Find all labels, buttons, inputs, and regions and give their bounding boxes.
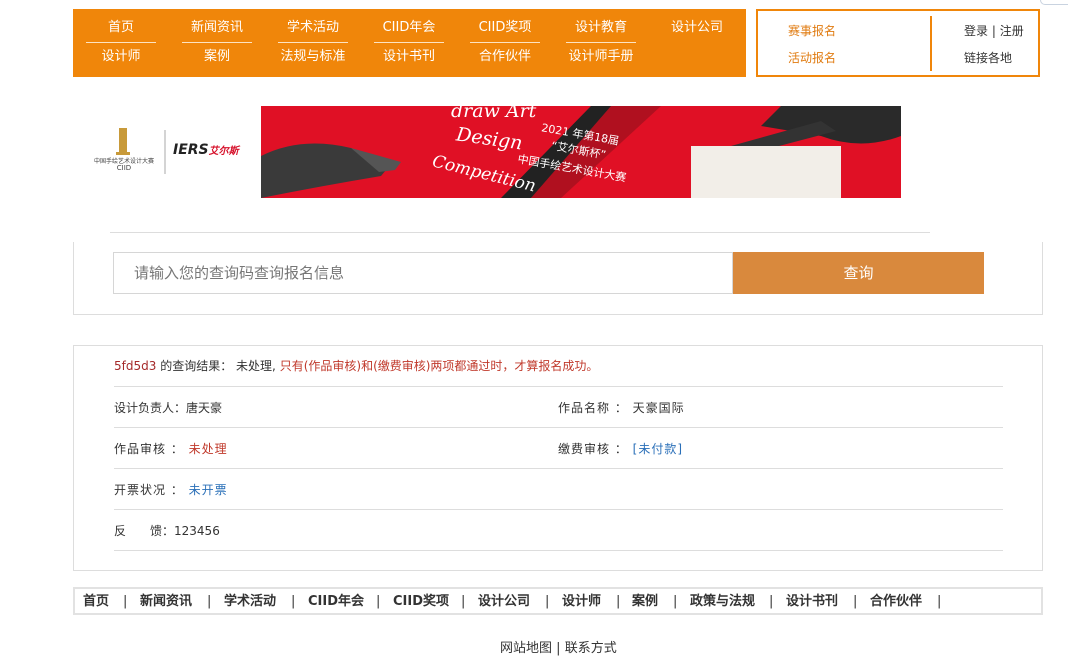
search-panel: 查询	[73, 242, 1043, 315]
nav-publications[interactable]: 设计书刊	[361, 48, 457, 66]
banner-divider	[110, 232, 930, 233]
work-field: 作品名称 ： 天豪国际	[558, 400, 685, 416]
footer-separator: |	[376, 594, 381, 609]
nav-annual[interactable]: CIID年会	[361, 19, 457, 37]
feedback-value: 123456	[174, 524, 220, 538]
sponsor-name-cn: 艾尔斯	[208, 146, 239, 157]
query-button[interactable]: 查询	[733, 252, 984, 294]
result-notice: 只有(作品审核)和(缴费审核)两项都通过时，才算报名成功。	[279, 359, 599, 373]
review-value: 未处理	[188, 442, 228, 456]
work-value: 天豪国际	[632, 401, 685, 415]
footer-cases[interactable]: 案例	[632, 594, 658, 610]
contest-signup-link[interactable]: 赛事报名	[788, 23, 836, 39]
nav-awards[interactable]: CIID奖项	[457, 19, 553, 37]
nav-partners[interactable]: 合作伙伴	[457, 48, 553, 66]
footer-companies[interactable]: 设计公司	[478, 594, 530, 610]
query-code-input[interactable]	[113, 252, 733, 294]
footer-nav: 首页 | 新闻资讯 | 学术活动 | CIID年会 | CIID奖项 | 设计公…	[73, 587, 1043, 615]
nav-underline	[86, 42, 156, 43]
row-divider	[114, 386, 1003, 387]
footer-partners[interactable]: 合作伙伴	[870, 594, 922, 610]
fee-field: 缴费审核 ： [未付款]	[558, 441, 683, 457]
nav-companies[interactable]: 设计公司	[649, 19, 745, 37]
footer-home[interactable]: 首页	[83, 594, 109, 610]
main-nav: 首页 新闻资讯 学术活动 CIID年会 CIID奖项 设计教育 设计公司 设计师…	[73, 9, 746, 77]
fee-value: [未付款]	[632, 442, 684, 456]
nav-underline	[374, 42, 444, 43]
auth-links: 登录 | 注册	[964, 23, 1024, 39]
row-divider	[114, 509, 1003, 510]
designer-value: 唐天豪	[186, 401, 223, 415]
footer-separator: |	[461, 594, 466, 609]
sponsor-logo: IERS艾尔斯	[173, 142, 239, 158]
nav-underline	[182, 42, 252, 43]
work-label: 作品名称 ：	[558, 401, 628, 415]
footer-bottom-separator: |	[556, 641, 561, 656]
sitemap-link[interactable]: 网站地图	[500, 641, 552, 656]
row-divider	[114, 550, 1003, 551]
footer-awards[interactable]: CIID奖项	[393, 594, 449, 610]
result-header: 5fd5d3 的查询结果： 未处理, 只有(作品审核)和(缴费审核)两项都通过时…	[114, 358, 598, 374]
fee-label: 缴费审核 ：	[558, 442, 628, 456]
review-label: 作品审核 ：	[114, 442, 184, 456]
nav-education[interactable]: 设计教育	[553, 19, 649, 37]
nav-academic[interactable]: 学术活动	[265, 19, 361, 37]
event-signup-link[interactable]: 活动报名	[788, 50, 836, 66]
review-field: 作品审核 ： 未处理	[114, 441, 228, 457]
footer-separator: |	[123, 594, 128, 609]
footer-designers[interactable]: 设计师	[562, 594, 601, 610]
row-divider	[114, 427, 1003, 428]
invoice-value: 未开票	[188, 483, 228, 497]
window-corner	[1040, 0, 1068, 5]
feedback-label: 反 馈：	[114, 524, 175, 538]
query-code: 5fd5d3	[114, 359, 157, 373]
footer-annual[interactable]: CIID年会	[308, 594, 364, 610]
footer-separator: |	[291, 594, 296, 609]
nav-home[interactable]: 首页	[73, 19, 169, 37]
invoice-field: 开票状况 ： 未开票	[114, 482, 228, 498]
regions-link[interactable]: 链接各地	[964, 50, 1012, 66]
footer-separator: |	[616, 594, 621, 609]
footer-academic[interactable]: 学术活动	[224, 594, 276, 610]
invoice-label: 开票状况 ：	[114, 483, 184, 497]
nav-designers[interactable]: 设计师	[73, 48, 169, 66]
signup-box: 赛事报名 活动报名 登录 | 注册 链接各地	[756, 9, 1040, 77]
sponsor-name: IERS	[173, 142, 209, 158]
designer-label: 设计负责人：	[114, 401, 187, 415]
banner: 中国手绘艺术设计大赛 CIID IERS艾尔斯 draw Art Design …	[73, 106, 1043, 198]
nav-underline	[470, 42, 540, 43]
register-link[interactable]: 注册	[1000, 24, 1024, 38]
nav-regulations[interactable]: 法规与标准	[265, 48, 361, 66]
footer-separator: |	[853, 594, 858, 609]
feedback-field: 反 馈：123456	[114, 523, 220, 539]
nav-news[interactable]: 新闻资讯	[169, 19, 265, 37]
art-title-1: draw Art	[451, 106, 537, 122]
footer-separator: |	[207, 594, 212, 609]
row-divider	[114, 468, 1003, 469]
footer-links: 网站地图 | 联系方式	[500, 641, 617, 657]
footer-separator: |	[769, 594, 774, 609]
nav-handbook[interactable]: 设计师手册	[553, 48, 649, 66]
nav-cases[interactable]: 案例	[169, 48, 265, 66]
logo-ciid: CIID	[116, 164, 132, 172]
footer-separator: |	[673, 594, 678, 609]
nav-underline	[278, 42, 348, 43]
signup-divider	[930, 16, 932, 71]
login-link[interactable]: 登录	[964, 24, 988, 38]
auth-separator: |	[991, 24, 996, 38]
result-label: 的查询结果：	[160, 359, 233, 373]
result-status: 未处理,	[236, 359, 276, 373]
footer-news[interactable]: 新闻资讯	[140, 594, 192, 610]
result-panel: 5fd5d3 的查询结果： 未处理, 只有(作品审核)和(缴费审核)两项都通过时…	[73, 345, 1043, 571]
nav-underline	[566, 42, 636, 43]
footer-policy[interactable]: 政策与法规	[690, 594, 755, 610]
contact-link[interactable]: 联系方式	[565, 641, 617, 656]
designer-field: 设计负责人：唐天豪	[114, 400, 222, 416]
footer-separator: |	[937, 594, 942, 609]
footer-publications[interactable]: 设计书刊	[786, 594, 838, 610]
banner-logos: 中国手绘艺术设计大赛 CIID IERS艾尔斯	[93, 126, 253, 176]
banner-artwork: draw Art Design Competition 2021 年第18届 “…	[261, 106, 901, 198]
footer-separator: |	[545, 594, 550, 609]
